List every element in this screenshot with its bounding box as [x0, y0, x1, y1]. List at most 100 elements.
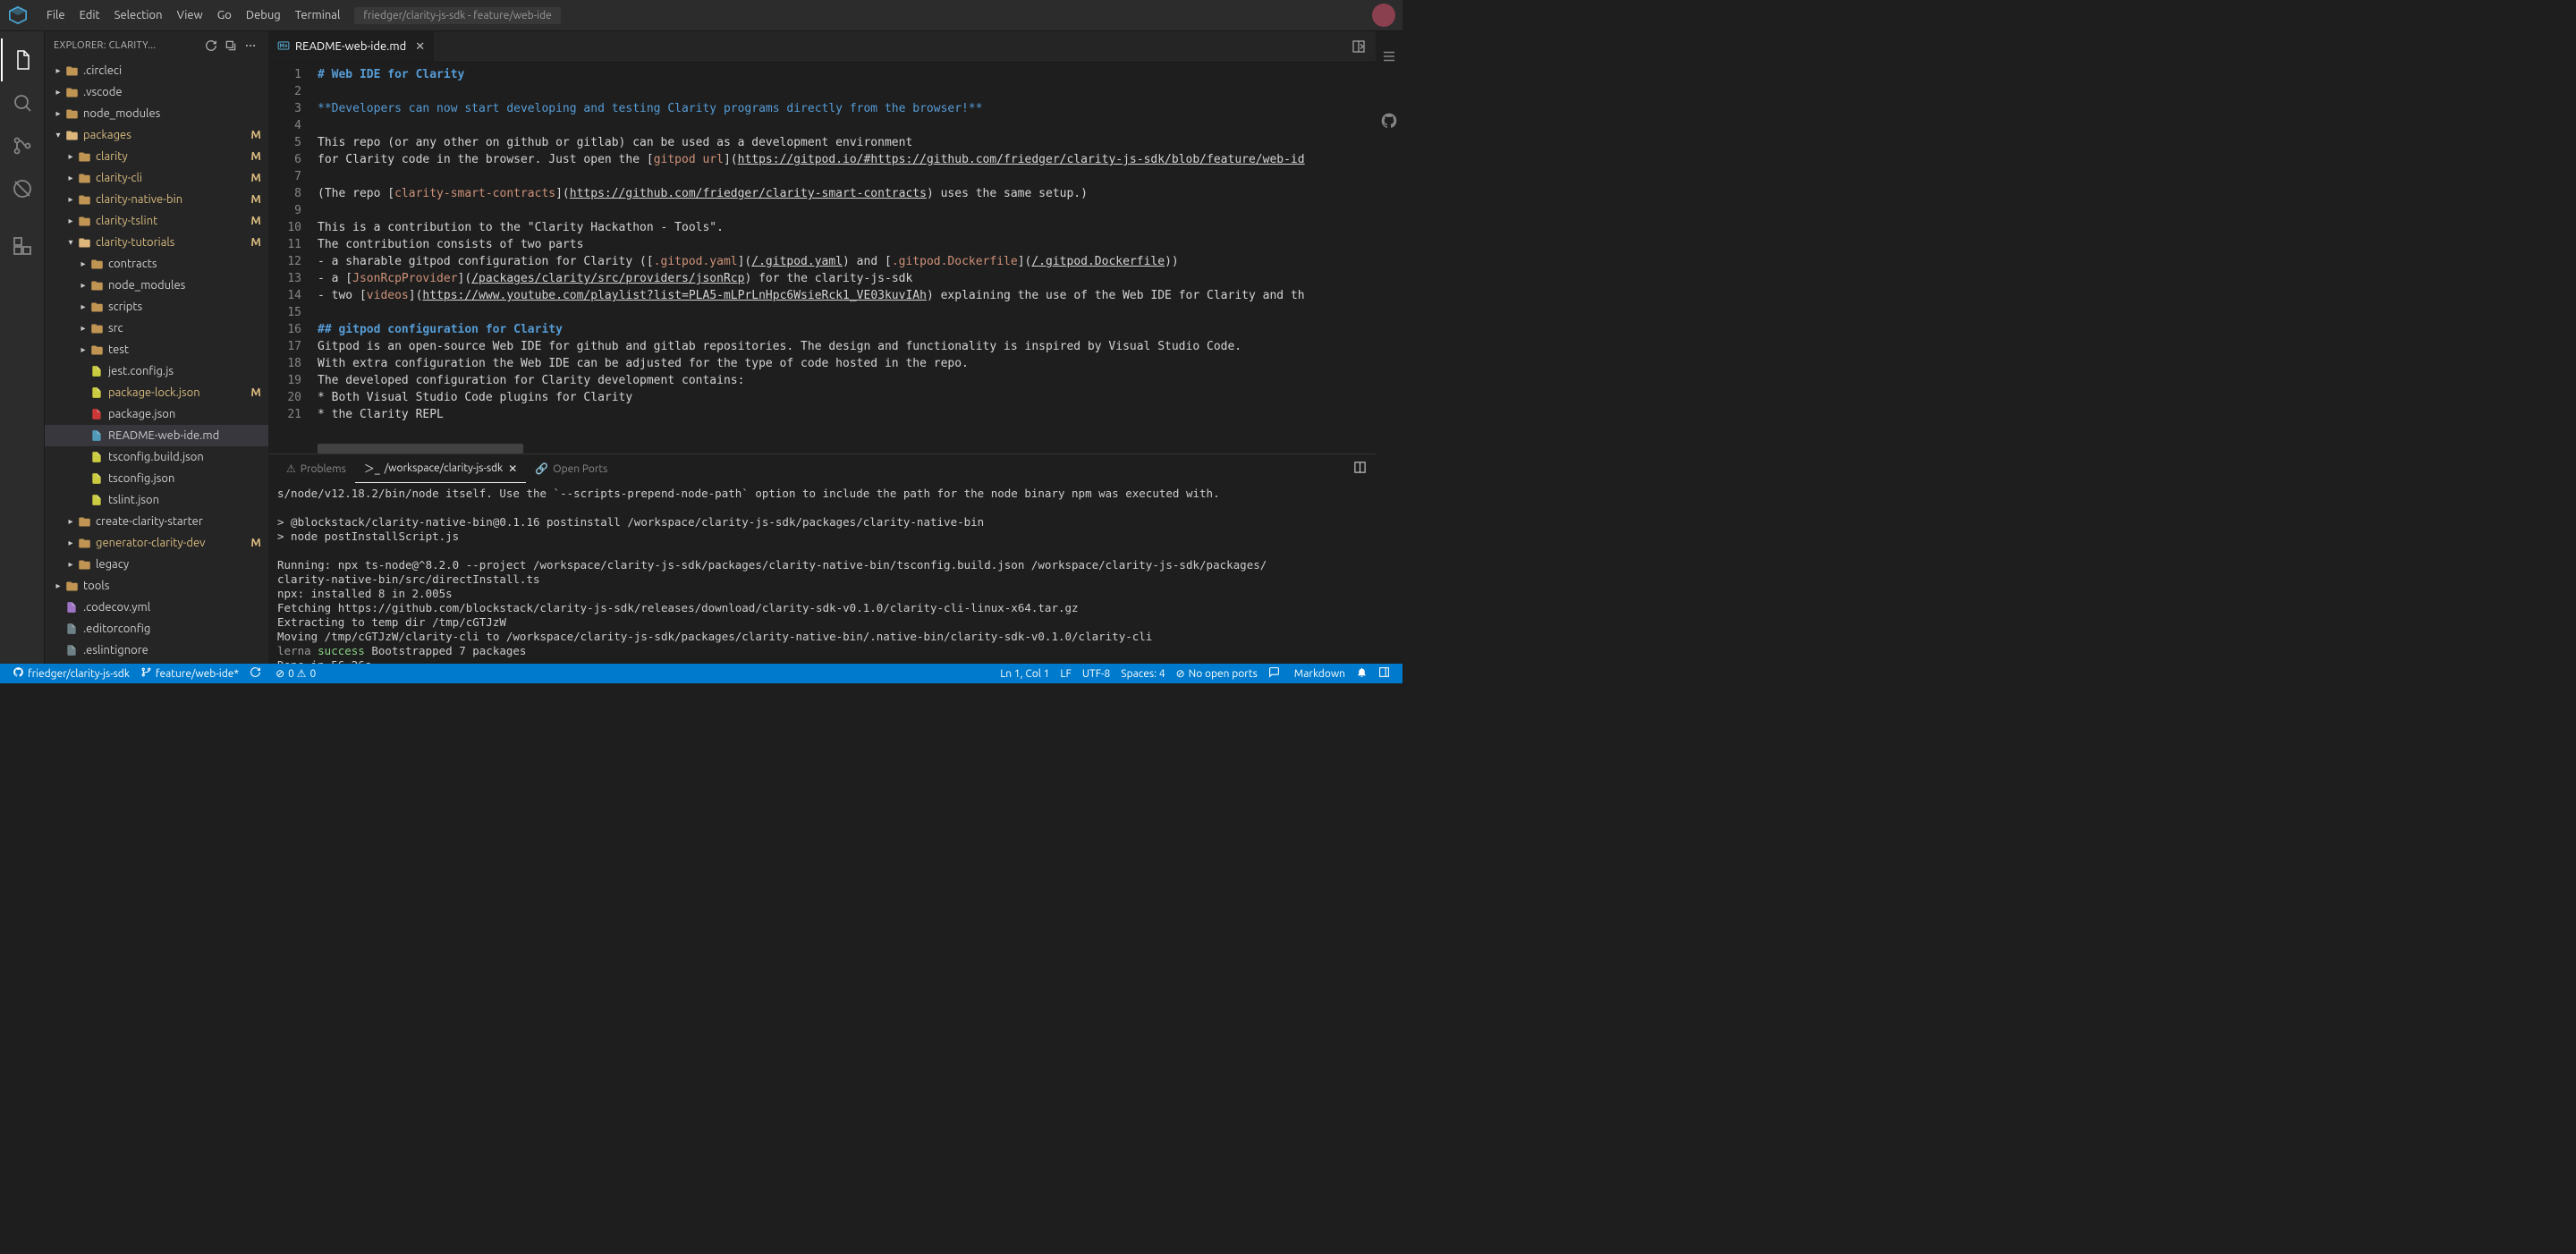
terminal-tab[interactable]: ＞_/workspace/clarity-js-sdk✕ [355, 454, 526, 483]
code-content[interactable]: # Web IDE for Clarity **Developers can n… [318, 63, 1376, 453]
search-activity[interactable] [1, 81, 44, 124]
status-encoding[interactable]: UTF-8 [1077, 668, 1115, 680]
file-tree[interactable]: ▸.circleci▸.vscode▸node_modules▾packages… [45, 60, 268, 664]
status-feedback[interactable] [1263, 666, 1289, 681]
user-avatar[interactable] [1372, 4, 1395, 27]
chevron-right-icon[interactable]: ▸ [64, 151, 77, 162]
close-icon[interactable]: ✕ [508, 462, 517, 475]
file-icon [64, 622, 79, 636]
status-sync[interactable] [244, 666, 270, 681]
chevron-right-icon[interactable]: ▸ [64, 538, 77, 548]
status-eol[interactable]: LF [1055, 668, 1076, 680]
tree-item-label: .eslintignore [83, 644, 261, 657]
chevron-right-icon[interactable]: ▸ [64, 216, 77, 226]
modified-badge: M [250, 150, 261, 163]
tree-item[interactable]: ▸legacy [45, 554, 268, 575]
tree-item[interactable]: package-lock.jsonM [45, 382, 268, 403]
status-branch[interactable]: feature/web-ide* [135, 666, 244, 681]
explorer-activity[interactable] [1, 38, 44, 81]
more-icon[interactable] [242, 37, 259, 55]
chevron-right-icon[interactable]: ▸ [64, 559, 77, 570]
menu-file[interactable]: File [39, 9, 72, 21]
menu-go[interactable]: Go [210, 9, 239, 21]
tree-item[interactable]: .editorconfig [45, 618, 268, 640]
tree-item[interactable]: ▸src [45, 318, 268, 339]
menu-edit[interactable]: Edit [72, 9, 107, 21]
chevron-right-icon[interactable]: ▸ [77, 323, 89, 334]
close-icon[interactable]: ✕ [415, 40, 425, 54]
tree-item[interactable]: ▸node_modules [45, 275, 268, 296]
file-icon [89, 386, 104, 400]
tree-item[interactable]: tslint.json [45, 489, 268, 511]
tree-item[interactable]: ▸.vscode [45, 81, 268, 103]
chevron-right-icon[interactable]: ▸ [64, 516, 77, 527]
problems-tab-label: Problems [301, 463, 346, 475]
status-ports[interactable]: ⊘No open ports [1171, 667, 1263, 680]
tree-item[interactable]: .codecov.yml [45, 597, 268, 618]
terminal-icon: ＞_ [364, 461, 380, 476]
tree-item[interactable]: README-web-ide.md [45, 425, 268, 446]
tree-item[interactable]: ▸tools [45, 575, 268, 597]
status-bell[interactable] [1351, 666, 1373, 681]
tree-item[interactable]: ▸clarityM [45, 146, 268, 167]
tree-item[interactable]: ▾packagesM [45, 124, 268, 146]
tab-readme[interactable]: README-web-ide.md ✕ [268, 31, 435, 62]
terminal-output[interactable]: s/node/v12.18.2/bin/node itself. Use the… [268, 483, 1376, 664]
chevron-right-icon[interactable]: ▸ [77, 344, 89, 355]
github-icon[interactable] [1378, 110, 1400, 131]
tree-item[interactable]: jest.config.js [45, 360, 268, 382]
tree-item[interactable]: ▸clarity-tslintM [45, 210, 268, 232]
chevron-right-icon[interactable]: ▸ [77, 258, 89, 269]
scm-activity[interactable] [1, 124, 44, 167]
status-errors[interactable]: ⊘0 ⚠0 [270, 667, 321, 680]
tree-item[interactable]: ▸clarity-cliM [45, 167, 268, 189]
tree-item[interactable]: ▸test [45, 339, 268, 360]
chevron-right-icon[interactable]: ▸ [77, 301, 89, 312]
debug-activity[interactable] [1, 167, 44, 210]
tree-item[interactable]: ▾clarity-tutorialsM [45, 232, 268, 253]
menu-view[interactable]: View [170, 9, 210, 21]
tree-item[interactable]: ▸scripts [45, 296, 268, 318]
status-language[interactable]: Markdown [1289, 668, 1351, 680]
outline-icon[interactable] [1378, 46, 1400, 67]
tree-item[interactable]: tsconfig.build.json [45, 446, 268, 468]
chevron-right-icon[interactable]: ▸ [52, 108, 64, 119]
chevron-right-icon[interactable]: ▸ [52, 65, 64, 76]
collapse-all-icon[interactable] [222, 37, 240, 55]
chevron-right-icon[interactable]: ▸ [77, 280, 89, 291]
problems-tab[interactable]: ⚠Problems [277, 454, 355, 483]
folder-icon [89, 257, 104, 271]
status-repo[interactable]: friedger/clarity-js-sdk [7, 666, 135, 681]
openports-tab[interactable]: 🔗Open Ports [526, 454, 616, 483]
tree-item[interactable]: package.json [45, 403, 268, 425]
status-layout[interactable] [1373, 666, 1395, 681]
split-terminal-icon[interactable] [1353, 461, 1367, 477]
menu-debug[interactable]: Debug [239, 9, 288, 21]
horizontal-scrollbar[interactable] [318, 444, 523, 453]
tree-item[interactable]: ▸create-clarity-starter [45, 511, 268, 532]
tree-item[interactable]: ▸contracts [45, 253, 268, 275]
preview-icon[interactable] [1345, 33, 1372, 60]
refresh-icon[interactable] [202, 37, 220, 55]
chevron-right-icon[interactable]: ▸ [52, 87, 64, 97]
editor-body[interactable]: 123456789101112131415161718192021 # Web … [268, 63, 1376, 453]
menu-selection[interactable]: Selection [107, 9, 170, 21]
chevron-right-icon[interactable]: ▸ [52, 580, 64, 591]
extensions-activity[interactable] [1, 225, 44, 267]
modified-badge: M [250, 193, 261, 206]
tree-item[interactable]: ▸clarity-native-binM [45, 189, 268, 210]
status-position[interactable]: Ln 1, Col 1 [995, 668, 1055, 680]
chevron-right-icon[interactable]: ▸ [64, 194, 77, 205]
menu-terminal[interactable]: Terminal [288, 9, 348, 21]
folder-icon [77, 214, 91, 228]
status-indent[interactable]: Spaces: 4 [1115, 668, 1170, 680]
folder-icon [77, 557, 91, 572]
tree-item[interactable]: .eslintignore [45, 640, 268, 661]
chevron-down-icon[interactable]: ▾ [64, 237, 77, 248]
tree-item[interactable]: ▸generator-clarity-devM [45, 532, 268, 554]
tree-item[interactable]: ▸node_modules [45, 103, 268, 124]
chevron-right-icon[interactable]: ▸ [64, 173, 77, 183]
chevron-down-icon[interactable]: ▾ [52, 130, 64, 140]
tree-item[interactable]: ▸.circleci [45, 60, 268, 81]
tree-item[interactable]: tsconfig.json [45, 468, 268, 489]
